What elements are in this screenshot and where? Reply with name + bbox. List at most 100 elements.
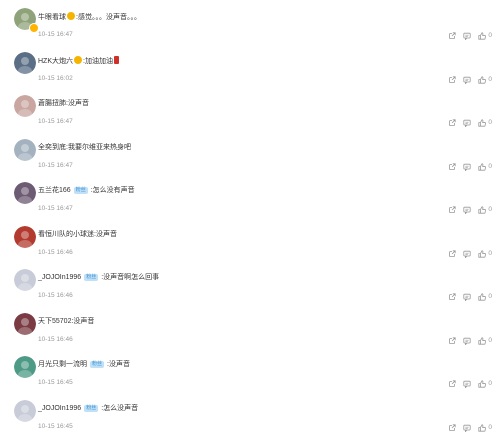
fan-badge: 粉丝 xyxy=(90,361,105,368)
red-packet-icon xyxy=(113,56,119,64)
like-button[interactable]: 0 xyxy=(478,75,492,84)
comment-line: 五兰花166 粉丝:怎么没有声音 xyxy=(38,186,135,196)
comment-text: 怎么没声音 xyxy=(103,405,139,412)
comment-line: 月光只剩一流明 粉丝:没声音 xyxy=(38,360,130,370)
comment-icon[interactable] xyxy=(463,293,471,301)
comment-item: _JOJOIn1996 粉丝:怎么没声音 10-15 16:45 0 xyxy=(0,396,500,440)
comment-icon[interactable] xyxy=(463,119,471,127)
comment-icon[interactable] xyxy=(463,32,471,40)
share-icon[interactable] xyxy=(448,249,456,258)
like-icon xyxy=(478,205,487,214)
comment-line: _JOJOIn1996 粉丝:没声音啊怎么回事 xyxy=(38,273,159,283)
like-icon xyxy=(478,75,487,84)
comment-actions: 0 xyxy=(441,292,492,301)
share-icon[interactable] xyxy=(448,205,456,214)
comment-icon[interactable] xyxy=(463,76,471,84)
like-icon xyxy=(478,379,487,388)
share-icon[interactable] xyxy=(448,75,456,84)
comment-item: 天下55702:没声音 10-15 16:46 0 xyxy=(0,309,500,353)
share-icon[interactable] xyxy=(448,379,456,388)
like-button[interactable]: 0 xyxy=(478,162,492,171)
comment-text: 没声音啊怎么回事 xyxy=(103,274,160,281)
username[interactable]: 牛眼看球 xyxy=(38,14,66,21)
username[interactable]: 蒼腸扭肺 xyxy=(38,100,66,107)
username[interactable]: 五兰花166 xyxy=(38,187,71,194)
avatar[interactable] xyxy=(14,400,36,422)
comment-line: _JOJOIn1996 粉丝:怎么没声音 xyxy=(38,404,138,414)
comment-line: 全奕到底:我要尔维亚来热身吧 xyxy=(38,143,131,153)
like-count: 0 xyxy=(488,250,492,257)
avatar[interactable] xyxy=(14,226,36,248)
like-button[interactable]: 0 xyxy=(478,379,492,388)
like-icon xyxy=(478,31,487,40)
comment-icon[interactable] xyxy=(463,337,471,345)
smile-emoji-icon xyxy=(74,56,82,64)
comment-actions: 0 xyxy=(441,249,492,258)
comment-icon[interactable] xyxy=(463,163,471,171)
username[interactable]: 月光只剩一流明 xyxy=(38,361,87,368)
comment-time: 10-15 16:45 xyxy=(38,379,73,386)
like-button[interactable]: 0 xyxy=(478,118,492,127)
comment-time: 10-15 16:46 xyxy=(38,336,73,343)
comment-actions: 0 xyxy=(441,162,492,171)
like-button[interactable]: 0 xyxy=(478,249,492,258)
share-icon[interactable] xyxy=(448,118,456,127)
like-count: 0 xyxy=(488,119,492,126)
username[interactable]: 看恒川队的小球迷 xyxy=(38,231,94,238)
username[interactable]: _JOJOIn1996 xyxy=(38,405,81,412)
like-button[interactable]: 0 xyxy=(478,423,492,432)
username[interactable]: HZK大炮六 xyxy=(38,58,73,65)
comment-actions: 0 xyxy=(441,31,492,40)
comment-item: 全奕到底:我要尔维亚来热身吧 10-15 16:47 0 xyxy=(0,135,500,179)
like-icon xyxy=(478,336,487,345)
username[interactable]: 天下55702 xyxy=(38,318,71,325)
like-button[interactable]: 0 xyxy=(478,31,492,40)
comment-icon[interactable] xyxy=(463,206,471,214)
avatar[interactable] xyxy=(14,356,36,378)
comment-time: 10-15 16:02 xyxy=(38,75,73,82)
comment-item: 月光只剩一流明 粉丝:没声音 10-15 16:45 0 xyxy=(0,352,500,396)
share-icon[interactable] xyxy=(448,162,456,171)
like-icon xyxy=(478,162,487,171)
avatar[interactable] xyxy=(14,182,36,204)
share-icon[interactable] xyxy=(448,31,456,40)
like-button[interactable]: 0 xyxy=(478,292,492,301)
comment-actions: 0 xyxy=(441,118,492,127)
like-count: 0 xyxy=(488,424,492,431)
comment-icon[interactable] xyxy=(463,250,471,258)
comment-time: 10-15 16:47 xyxy=(38,205,73,212)
comment-text: 我要尔维亚来热身吧 xyxy=(67,144,131,151)
share-icon[interactable] xyxy=(448,292,456,301)
comment-time: 10-15 16:47 xyxy=(38,118,73,125)
like-count: 0 xyxy=(488,206,492,213)
comment-actions: 0 xyxy=(441,336,492,345)
avatar[interactable] xyxy=(14,52,36,74)
fan-badge: 粉丝 xyxy=(84,405,99,412)
username[interactable]: 全奕到底 xyxy=(38,144,66,151)
like-button[interactable]: 0 xyxy=(478,205,492,214)
comment-item: 看恒川队的小球迷:没声音 10-15 16:46 0 xyxy=(0,222,500,266)
share-icon[interactable] xyxy=(448,336,456,345)
comment-text: 感觉。。。没声音。。。 xyxy=(77,14,141,21)
comment-item: 蒼腸扭肺:没声音 10-15 16:47 0 xyxy=(0,91,500,135)
comment-line: 看恒川队的小球迷:没声音 xyxy=(38,230,117,240)
comment-line: 蒼腸扭肺:没声音 xyxy=(38,99,89,109)
share-icon[interactable] xyxy=(448,423,456,432)
like-button[interactable]: 0 xyxy=(478,336,492,345)
username[interactable]: _JOJOIn1996 xyxy=(38,274,81,281)
avatar[interactable] xyxy=(14,313,36,335)
like-icon xyxy=(478,118,487,127)
comment-line: 天下55702:没声音 xyxy=(38,317,94,327)
comment-item: 五兰花166 粉丝:怎么没有声音 10-15 16:47 0 xyxy=(0,178,500,222)
smile-emoji-icon xyxy=(67,12,75,20)
comment-item: _JOJOIn1996 粉丝:没声音啊怎么回事 10-15 16:46 0 xyxy=(0,265,500,309)
comment-icon[interactable] xyxy=(463,380,471,388)
like-count: 0 xyxy=(488,32,492,39)
avatar[interactable] xyxy=(14,139,36,161)
comment-text: 怎么没有声音 xyxy=(92,187,135,194)
avatar[interactable] xyxy=(14,269,36,291)
comment-time: 10-15 16:46 xyxy=(38,292,73,299)
comment-icon[interactable] xyxy=(463,424,471,432)
avatar[interactable] xyxy=(14,95,36,117)
fan-badge: 粉丝 xyxy=(84,274,99,281)
